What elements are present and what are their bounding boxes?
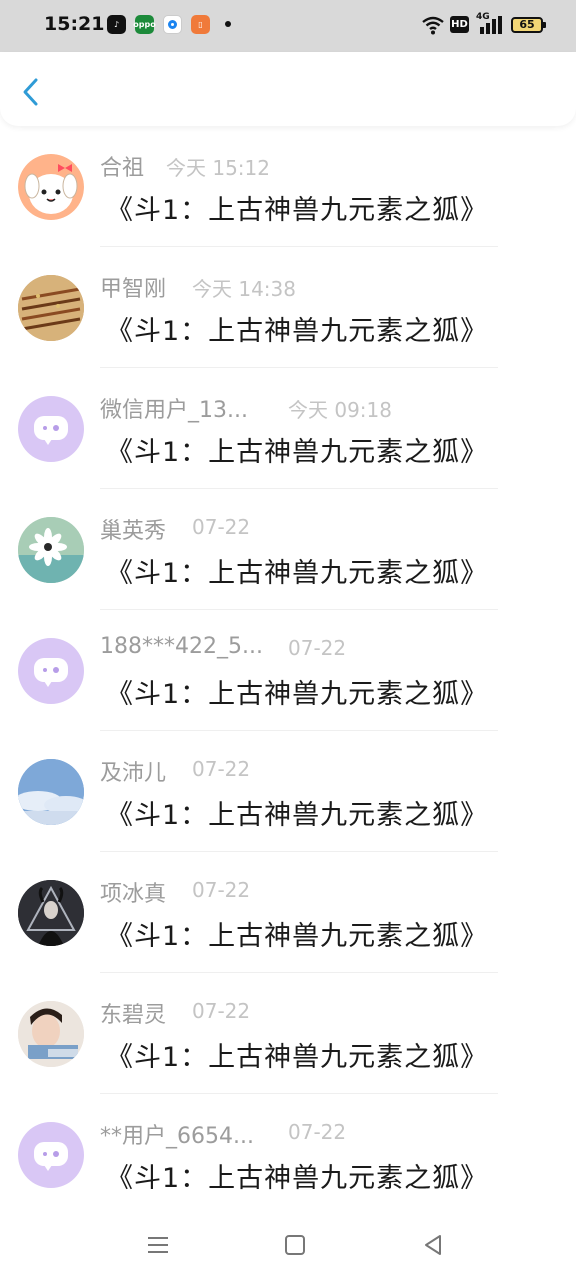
list-item[interactable]: 及沛儿 07-22 《斗1：上古神兽九元素之狐》 [0, 731, 576, 852]
battery-tip [543, 22, 546, 28]
default-avatar-icon [18, 1122, 84, 1188]
default-avatar-icon [18, 396, 84, 462]
list-item[interactable]: 合祖 今天 15:12 《斗1：上古神兽九元素之狐》 [0, 126, 576, 247]
timestamp: 07-22 [192, 515, 251, 539]
avatar [18, 759, 84, 825]
user-name: 188***422_5... [100, 634, 263, 659]
book-title: 《斗1：上古神兽九元素之狐》 [106, 1042, 489, 1073]
user-name: 项冰真 [100, 882, 167, 907]
list-item[interactable]: 甲智刚 今天 14:38 《斗1：上古神兽九元素之狐》 [0, 247, 576, 368]
user-name: 巢英秀 [100, 519, 167, 544]
notification-dot [225, 21, 231, 27]
book-title: 《斗1：上古神兽九元素之狐》 [106, 558, 489, 589]
list-item[interactable]: 东碧灵 07-22 《斗1：上古神兽九元素之狐》 [0, 973, 576, 1094]
back-triangle-icon[interactable] [418, 1230, 448, 1260]
status-bar: 15:21 ♪ oppo ▯ HD 4G 65 [0, 0, 576, 52]
menu-icon[interactable] [143, 1230, 173, 1260]
signal-icon [480, 16, 502, 34]
avatar [18, 880, 84, 946]
book-title: 《斗1：上古神兽九元素之狐》 [106, 1163, 489, 1194]
timestamp: 07-22 [288, 1120, 347, 1144]
browser-icon [163, 15, 182, 34]
user-name: 东碧灵 [100, 1003, 167, 1028]
book-title: 《斗1：上古神兽九元素之狐》 [106, 316, 489, 347]
wifi-icon [422, 16, 444, 35]
timestamp: 今天 09:18 [288, 398, 392, 422]
hd-badge: HD [450, 16, 469, 33]
avatar [18, 154, 84, 220]
default-avatar-icon [18, 638, 84, 704]
user-name: 合祖 [100, 156, 145, 181]
avatar [18, 275, 84, 341]
reader-app-icon: ▯ [191, 15, 210, 34]
timestamp: 07-22 [288, 636, 347, 660]
book-title: 《斗1：上古神兽九元素之狐》 [106, 800, 489, 831]
user-name: 甲智刚 [100, 277, 167, 302]
oppo-app-icon: oppo [133, 15, 156, 34]
list-item[interactable]: 项冰真 07-22 《斗1：上古神兽九元素之狐》 [0, 852, 576, 973]
timestamp: 今天 14:38 [192, 277, 296, 301]
chevron-left-icon[interactable] [16, 76, 48, 108]
list-item[interactable]: 微信用户_13... 今天 09:18 《斗1：上古神兽九元素之狐》 [0, 368, 576, 489]
list-item[interactable]: **用户_6654... 07-22 《斗1：上古神兽九元素之狐》 [0, 1094, 576, 1215]
home-icon[interactable] [280, 1230, 310, 1260]
tiktok-icon: ♪ [107, 15, 126, 34]
timestamp: 07-22 [192, 757, 251, 781]
avatar [18, 517, 84, 583]
user-name: **用户_6654... [100, 1124, 254, 1149]
book-title: 《斗1：上古神兽九元素之狐》 [106, 195, 489, 226]
book-title: 《斗1：上古神兽九元素之狐》 [106, 921, 489, 952]
battery-icon: 65 [511, 17, 543, 33]
timestamp: 今天 15:12 [166, 156, 270, 180]
user-name: 微信用户_13... [100, 398, 248, 423]
list-item[interactable]: 188***422_5... 07-22 《斗1：上古神兽九元素之狐》 [0, 610, 576, 731]
status-time: 15:21 [44, 13, 105, 35]
user-name: 及沛儿 [100, 761, 167, 786]
avatar [18, 1001, 84, 1067]
list-item[interactable]: 巢英秀 07-22 《斗1：上古神兽九元素之狐》 [0, 489, 576, 610]
system-nav-bar [0, 1210, 576, 1280]
book-title: 《斗1：上古神兽九元素之狐》 [106, 437, 489, 468]
timestamp: 07-22 [192, 999, 251, 1023]
top-nav-bar [0, 52, 576, 126]
timestamp: 07-22 [192, 878, 251, 902]
book-title: 《斗1：上古神兽九元素之狐》 [106, 679, 489, 710]
